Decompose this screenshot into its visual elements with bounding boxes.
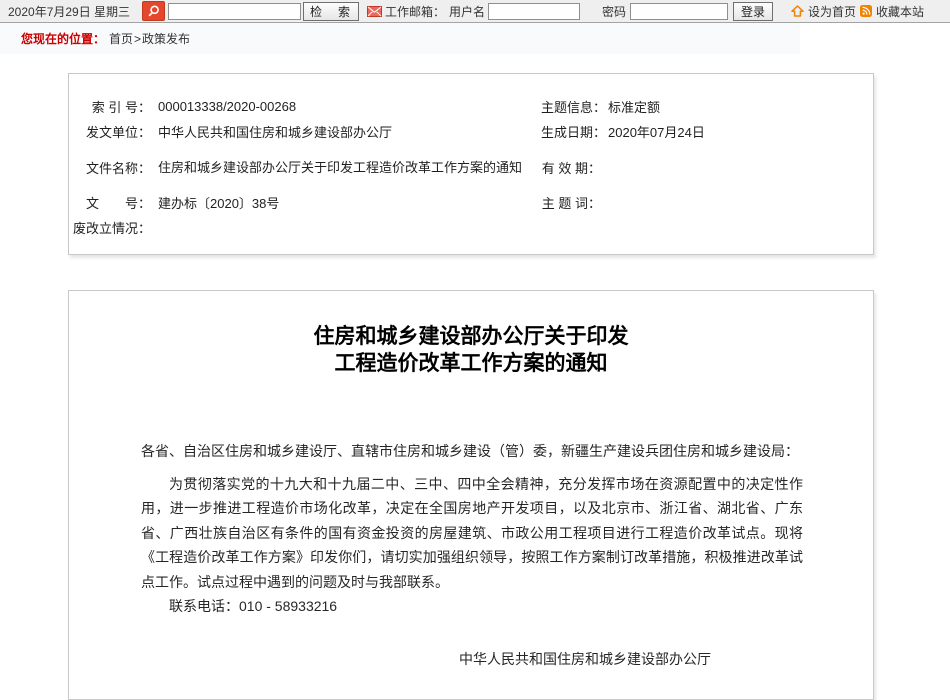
index-number-label: 索 引 号：	[69, 97, 151, 116]
document-title-line2: 工程造价改革工作方案的通知	[69, 350, 873, 377]
keywords-label: 主 题 词：	[541, 193, 601, 212]
document-title-line1: 住房和城乡建设部办公厅关于印发	[69, 323, 873, 350]
issuing-unit-value: 中华人民共和国住房和城乡建设部办公厅	[158, 122, 534, 141]
mail-icon	[367, 6, 382, 17]
doc-number-value: 建办标〔2020〕38号	[158, 193, 534, 212]
current-date: 2020年7月29日 星期三	[8, 3, 142, 20]
rss-bookmark-icon	[860, 5, 872, 17]
breadcrumb-separator: >	[134, 32, 141, 46]
set-homepage-link[interactable]: 设为首页	[808, 3, 856, 20]
top-toolbar: 2020年7月29日 星期三 检 索 工作邮箱： 用户名 密码 登录 设为首页	[0, 0, 950, 23]
issue-date-label: 生成日期：	[541, 122, 601, 141]
document-metadata-panel: 索 引 号： 000013338/2020-00268 主题信息： 标准定额 发…	[68, 73, 874, 255]
meta-row-index: 索 引 号： 000013338/2020-00268 主题信息： 标准定额	[69, 94, 873, 119]
issue-date-value: 2020年07月24日	[608, 122, 873, 141]
bookmark-site-link[interactable]: 收藏本站	[876, 3, 924, 20]
signature-line: 中华人民共和国住房和城乡建设部办公厅	[141, 647, 803, 672]
doc-number-label: 文 号：	[69, 193, 151, 212]
contact-phone-line: 联系电话：010 - 58933216	[141, 594, 803, 619]
quick-links: 设为首页 收藏本站	[791, 3, 924, 20]
login-button[interactable]: 登录	[733, 2, 773, 21]
meta-row-issuer: 发文单位： 中华人民共和国住房和城乡建设部办公厅 生成日期： 2020年07月2…	[69, 119, 873, 144]
document-title: 住房和城乡建设部办公厅关于印发 工程造价改革工作方案的通知	[69, 323, 873, 377]
topic-info-value: 标准定额	[608, 97, 873, 116]
salutation-line: 各省、自治区住房和城乡建设厅、直辖市住房和城乡建设（管）委，新疆生产建设兵团住房…	[141, 439, 803, 464]
password-label: 密码	[602, 3, 626, 20]
username-label: 用户名	[449, 3, 485, 20]
breadcrumb-home-link[interactable]: 首页	[109, 30, 133, 47]
topic-info-label: 主题信息：	[541, 97, 601, 116]
breadcrumb-current-link[interactable]: 政策发布	[142, 30, 190, 47]
meta-row-title: 文件名称： 住房和城乡建设部办公厅关于印发工程造价改革工作方案的通知 有 效 期…	[69, 144, 873, 190]
search-icon	[147, 4, 161, 18]
document-content-panel: 住房和城乡建设部办公厅关于印发 工程造价改革工作方案的通知 各省、自治区住房和城…	[68, 290, 874, 700]
breadcrumb-label: 您现在的位置：	[21, 30, 105, 47]
document-body: 各省、自治区住房和城乡建设厅、直辖市住房和城乡建设（管）委，新疆生产建设兵团住房…	[69, 439, 873, 671]
file-title-label: 文件名称：	[69, 158, 151, 177]
meta-row-docnumber: 文 号： 建办标〔2020〕38号 主 题 词：	[69, 190, 873, 215]
home-arrow-icon	[791, 5, 804, 17]
retrieve-button[interactable]: 检 索	[303, 2, 359, 21]
meta-row-repeal-status: 废改立情况：	[69, 215, 873, 240]
file-title-value: 住房和城乡建设部办公厅关于印发工程造价改革工作方案的通知	[158, 154, 534, 181]
body-paragraph: 为贯彻落实党的十九大和十九届二中、三中、四中全会精神，充分发挥市场在资源配置中的…	[141, 472, 803, 595]
validity-label: 有 效 期：	[541, 158, 601, 177]
repeal-status-label: 废改立情况：	[69, 218, 151, 237]
search-button[interactable]	[142, 1, 165, 21]
mail-label: 工作邮箱：	[385, 3, 445, 20]
password-input[interactable]	[630, 3, 728, 20]
page: { "topbar": { "date": "2020年7月29日 星期三", …	[0, 0, 950, 633]
breadcrumb: 您现在的位置： 首页 > 政策发布	[0, 23, 800, 54]
index-number-value: 000013338/2020-00268	[158, 99, 534, 114]
username-input[interactable]	[488, 3, 580, 20]
search-input[interactable]	[168, 3, 301, 20]
issuing-unit-label: 发文单位：	[69, 122, 151, 141]
